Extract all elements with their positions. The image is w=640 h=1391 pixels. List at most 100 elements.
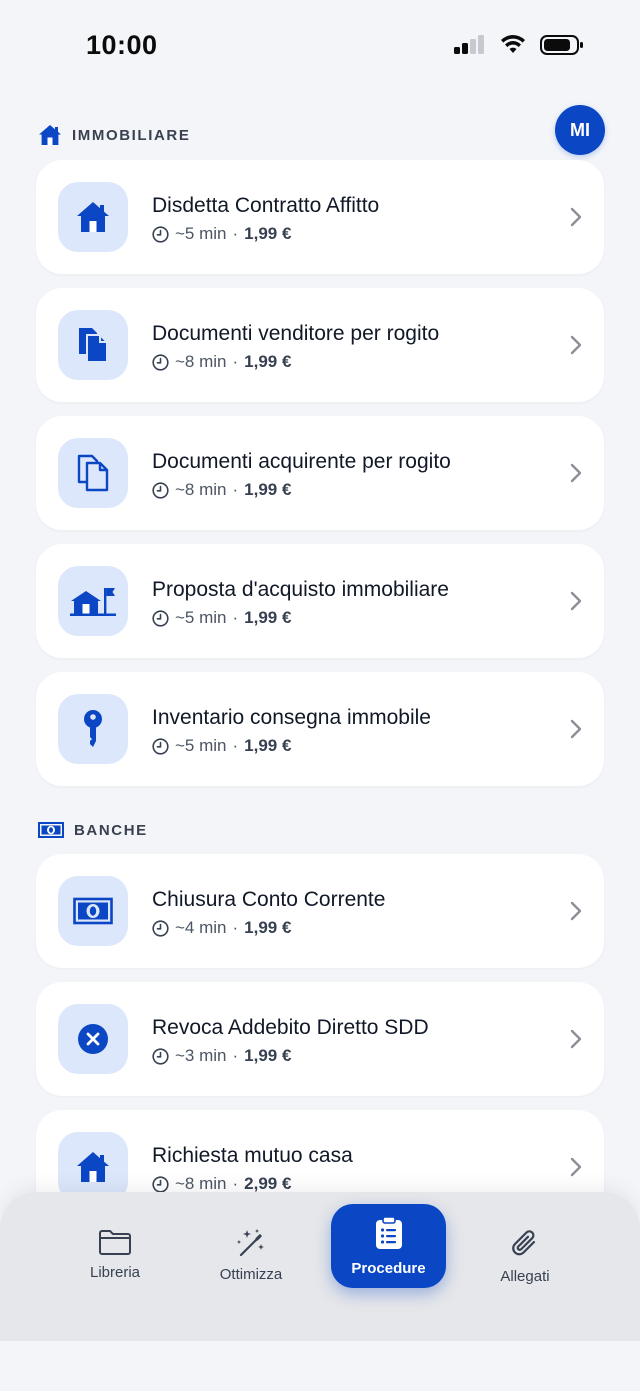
- procedure-card[interactable]: Disdetta Contratto Affitto ~5 min · 1,99…: [36, 160, 604, 274]
- card-title: Proposta d'acquisto immobiliare: [152, 578, 449, 601]
- card-meta: ~5 min · 1,99 €: [152, 224, 291, 244]
- card-icon-tile: [58, 566, 128, 636]
- duration: ~8 min: [175, 480, 227, 499]
- user-avatar[interactable]: MI: [555, 105, 605, 155]
- price: 1,99 €: [244, 608, 292, 627]
- documents-filled-icon: [79, 328, 108, 363]
- tab-label: Allegati: [500, 1268, 550, 1285]
- separator: ·: [232, 224, 239, 243]
- tab-procedure[interactable]: Procedure: [331, 1204, 446, 1288]
- status-time: 10:00: [86, 30, 158, 60]
- documents-outline-icon: [77, 454, 109, 492]
- price: 1,99 €: [244, 224, 292, 243]
- clock-icon: [152, 225, 169, 243]
- card-meta: ~8 min · 2,99 €: [152, 1174, 291, 1194]
- chevron-right-icon: [570, 335, 582, 355]
- home-indicator-area: [0, 1341, 640, 1391]
- status-icons: [454, 34, 584, 56]
- clock-icon: [152, 919, 169, 937]
- tab-label: Libreria: [89, 1264, 141, 1281]
- chevron-right-icon: [570, 1029, 582, 1049]
- battery-icon: [540, 35, 583, 55]
- card-title: Revoca Addebito Diretto SDD: [152, 1016, 429, 1039]
- clipboard-list-icon: [375, 1215, 402, 1249]
- separator: ·: [232, 352, 239, 371]
- house-flag-icon: [70, 588, 116, 616]
- procedure-card[interactable]: Inventario consegna immobile ~5 min · 1,…: [36, 672, 604, 786]
- section-title: IMMOBILIARE: [72, 126, 191, 144]
- separator: ·: [232, 608, 239, 627]
- clock-icon: [152, 609, 169, 627]
- tab-label: Procedure: [351, 1259, 426, 1277]
- tab-libreria[interactable]: Libreria: [60, 1228, 170, 1281]
- cellular-signal-icon: [454, 35, 484, 54]
- duration: ~5 min: [175, 736, 227, 755]
- card-title: Documenti venditore per rogito: [152, 322, 440, 345]
- procedure-card[interactable]: Chiusura Conto Corrente ~4 min · 1,99 €: [36, 854, 604, 968]
- card-meta: ~5 min · 1,99 €: [152, 736, 291, 756]
- folder-icon: [99, 1230, 131, 1255]
- price: 1,99 €: [244, 736, 292, 755]
- chevron-right-icon: [570, 719, 582, 739]
- price: 1,99 €: [244, 1046, 292, 1065]
- procedure-card[interactable]: Revoca Addebito Diretto SDD ~3 min · 1,9…: [36, 982, 604, 1096]
- price: 2,99 €: [244, 1174, 292, 1193]
- paperclip-icon: [512, 1230, 536, 1256]
- separator: ·: [232, 918, 239, 937]
- separator: ·: [232, 736, 239, 755]
- chevron-right-icon: [570, 901, 582, 921]
- card-icon-tile: [58, 1004, 128, 1074]
- card-meta: ~8 min · 1,99 €: [152, 480, 291, 500]
- card-meta: ~8 min · 1,99 €: [152, 352, 291, 372]
- card-icon-tile: [58, 694, 128, 764]
- procedure-card[interactable]: Documenti acquirente per rogito ~8 min ·…: [36, 416, 604, 530]
- card-meta: ~3 min · 1,99 €: [152, 1046, 291, 1066]
- house-icon: [39, 125, 61, 145]
- clock-icon: [152, 481, 169, 499]
- procedure-card[interactable]: Proposta d'acquisto immobiliare ~5 min ·…: [36, 544, 604, 658]
- status-bar: 10:00: [0, 0, 640, 92]
- chevron-right-icon: [570, 591, 582, 611]
- card-title: Chiusura Conto Corrente: [152, 888, 386, 911]
- tab-allegati[interactable]: Allegati: [470, 1228, 580, 1285]
- chevron-right-icon: [570, 207, 582, 227]
- card-title: Disdetta Contratto Affitto: [152, 194, 380, 217]
- banknote-icon: [38, 822, 64, 838]
- separator: ·: [232, 1046, 239, 1065]
- tab-ottimizza[interactable]: Ottimizza: [196, 1228, 306, 1283]
- card-meta: ~4 min · 1,99 €: [152, 918, 291, 938]
- wifi-icon: [501, 35, 525, 53]
- chevron-right-icon: [570, 463, 582, 483]
- clock-icon: [152, 1175, 169, 1193]
- card-title: Documenti acquirente per rogito: [152, 450, 451, 473]
- banknote-icon: [73, 897, 113, 925]
- separator: ·: [232, 480, 239, 499]
- price: 1,99 €: [244, 352, 292, 371]
- card-icon-tile: [58, 876, 128, 946]
- section-title: BANCHE: [74, 821, 148, 839]
- card-meta: ~5 min · 1,99 €: [152, 608, 291, 628]
- clock-icon: [152, 353, 169, 371]
- procedure-card[interactable]: Documenti venditore per rogito ~8 min · …: [36, 288, 604, 402]
- magic-wand-icon: [237, 1229, 264, 1257]
- section-header-banche: BANCHE: [38, 821, 148, 839]
- x-circle-icon: [78, 1024, 108, 1054]
- clock-icon: [152, 737, 169, 755]
- card-title: Inventario consegna immobile: [152, 706, 431, 729]
- duration: ~8 min: [175, 352, 227, 371]
- tab-bar: Libreria Ottimizza Procedure Allegati: [0, 1192, 640, 1341]
- house-icon: [77, 202, 109, 232]
- card-icon-tile: [58, 438, 128, 508]
- card-icon-tile: [58, 182, 128, 252]
- duration: ~3 min: [175, 1046, 227, 1065]
- key-icon: [84, 710, 102, 747]
- tab-label: Ottimizza: [219, 1266, 283, 1283]
- duration: ~4 min: [175, 918, 227, 937]
- house-icon: [77, 1152, 109, 1182]
- duration: ~8 min: [175, 1174, 227, 1193]
- card-title: Richiesta mutuo casa: [152, 1144, 353, 1167]
- card-icon-tile: [58, 310, 128, 380]
- price: 1,99 €: [244, 480, 292, 499]
- duration: ~5 min: [175, 608, 227, 627]
- clock-icon: [152, 1047, 169, 1065]
